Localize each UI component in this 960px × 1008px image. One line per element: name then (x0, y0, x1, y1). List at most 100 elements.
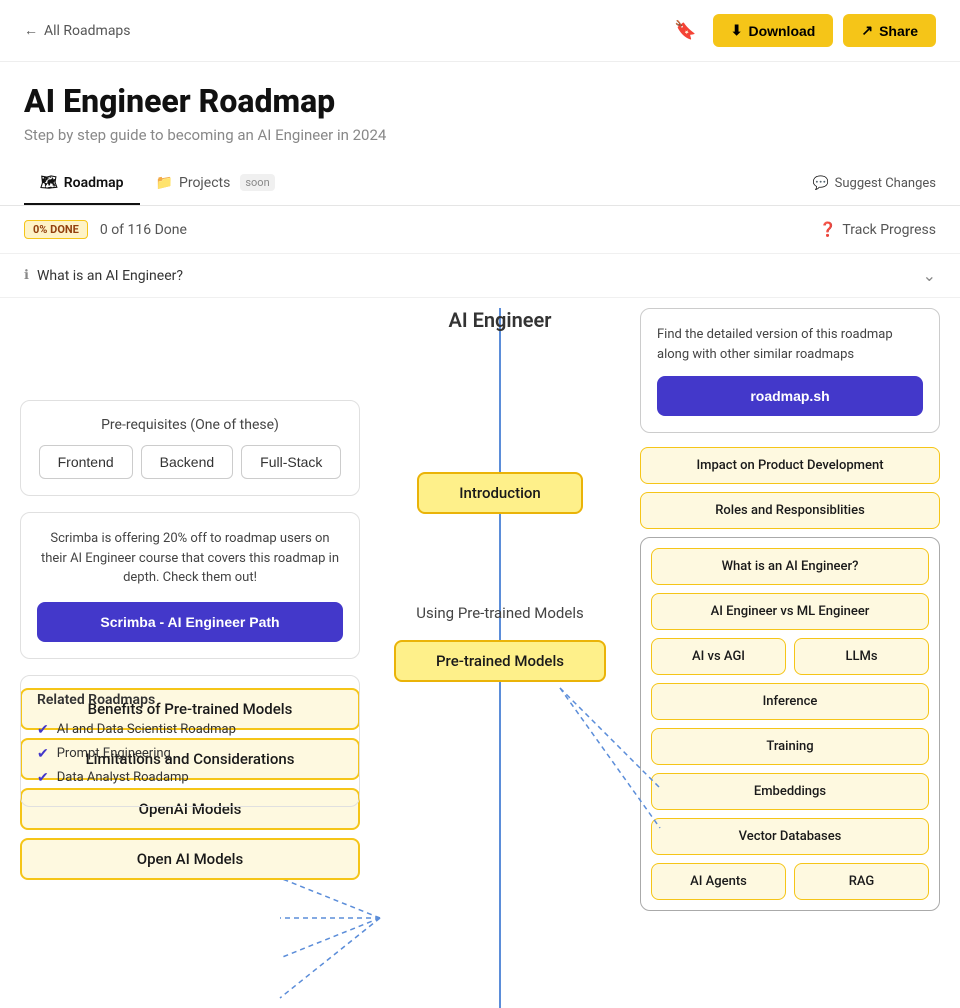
page-header: AI Engineer Roadmap Step by step guide t… (0, 62, 960, 144)
ai-vs-ml-label: AI Engineer vs ML Engineer (711, 604, 870, 619)
backend-button[interactable]: Backend (141, 445, 233, 479)
what-is-ai-engineer-node[interactable]: What is an AI Engineer? (651, 548, 929, 585)
share-icon: ↗ (861, 22, 873, 39)
related-item-0[interactable]: ✔ AI and Data Scientist Roadmap (37, 718, 343, 742)
bookmark-icon: 🔖 (674, 20, 696, 40)
suggest-changes-button[interactable]: 💬 Suggest Changes (812, 176, 936, 191)
ai-agents-label: AI Agents (690, 874, 747, 889)
check-icon-1: ✔ (37, 746, 49, 762)
prereq-title: Pre-requisites (One of these) (37, 417, 343, 433)
progress-section: 0% DONE 0 of 116 Done ❓ Track Progress (0, 206, 960, 253)
inference-label: Inference (763, 694, 818, 709)
backend-label: Backend (160, 454, 214, 470)
tab-roadmap[interactable]: 🗺 Roadmap (24, 163, 140, 205)
left-sidebar-cards: Pre-requisites (One of these) Frontend B… (20, 400, 360, 807)
track-progress-button[interactable]: ❓ Track Progress (819, 222, 936, 238)
related-label-0: AI and Data Scientist Roadmap (57, 722, 236, 737)
page-subtitle: Step by step guide to becoming an AI Eng… (24, 126, 936, 144)
roadmap-sh-card: Find the detailed version of this roadma… (640, 308, 940, 433)
diagram-center: AI Engineer Introduction Using Pre-train… (360, 308, 640, 1008)
roadmap-tab-label: Roadmap (64, 175, 124, 191)
prereq-buttons: Frontend Backend Full-Stack (37, 445, 343, 479)
scrimba-label: Scrimba - AI Engineer Path (100, 614, 279, 630)
faq-question: What is an AI Engineer? (37, 268, 183, 284)
track-progress-label: Track Progress (842, 222, 936, 238)
roles-label: Roles and Responsiblities (715, 503, 865, 518)
rag-label: RAG (849, 874, 875, 889)
main-title: AI Engineer (449, 308, 552, 332)
intro-label: Introduction (459, 484, 541, 502)
top-nav: ← All Roadmaps 🔖 ⬇ Download ↗ Share (0, 0, 960, 62)
ai-agents-rag-row: AI Agents RAG (651, 863, 929, 900)
done-badge: 0% DONE (24, 220, 88, 239)
check-icon-2: ✔ (37, 770, 49, 786)
tab-projects[interactable]: 📁 Projects soon (140, 162, 291, 205)
open-ai-models-node[interactable]: Open AI Models (20, 838, 360, 880)
ai-agents-node[interactable]: AI Agents (651, 863, 786, 900)
pretrained-section-label: Using Pre-trained Models (416, 604, 583, 622)
vector-databases-node[interactable]: Vector Databases (651, 818, 929, 855)
check-icon-0: ✔ (37, 722, 49, 738)
llms-node[interactable]: LLMs (794, 638, 929, 675)
llms-label: LLMs (845, 649, 877, 664)
roadmap-sh-button[interactable]: roadmap.sh (657, 376, 923, 416)
pretrained-node[interactable]: Pre-trained Models (394, 640, 606, 682)
done-count: 0 of 116 Done (100, 222, 187, 238)
prereq-card: Pre-requisites (One of these) Frontend B… (20, 400, 360, 496)
faq-row[interactable]: ℹ What is an AI Engineer? ⌄ (0, 253, 960, 298)
promo-card: Scrimba is offering 20% off to roadmap u… (20, 512, 360, 659)
download-label: Download (748, 23, 815, 39)
back-link[interactable]: ← All Roadmaps (24, 22, 131, 39)
right-section-box: What is an AI Engineer? AI Engineer vs M… (640, 537, 940, 911)
ai-vs-agi-node[interactable]: AI vs AGI (651, 638, 786, 675)
embeddings-label: Embeddings (754, 784, 826, 799)
frontend-label: Frontend (58, 454, 114, 470)
related-card: Related Roadmaps ✔ AI and Data Scientist… (20, 675, 360, 807)
chevron-down-icon: ⌄ (923, 266, 936, 285)
tabs: 🗺 Roadmap 📁 Projects soon 💬 Suggest Chan… (0, 162, 960, 206)
suggest-icon: 💬 (812, 176, 828, 191)
vector-databases-label: Vector Databases (739, 829, 842, 844)
inference-node[interactable]: Inference (651, 683, 929, 720)
roles-node[interactable]: Roles and Responsiblities (640, 492, 940, 529)
what-is-ai-engineer-label: What is an AI Engineer? (722, 559, 859, 574)
bookmark-button[interactable]: 🔖 (668, 14, 702, 47)
related-label-1: Prompt Engineering (57, 746, 171, 761)
download-button[interactable]: ⬇ Download (713, 14, 834, 47)
diagram-right: Find the detailed version of this roadma… (640, 308, 940, 1008)
roadmap-sh-label: roadmap.sh (750, 388, 829, 404)
pretrained-label: Pre-trained Models (436, 652, 564, 670)
share-label: Share (879, 23, 918, 39)
ai-vs-agi-label: AI vs AGI (692, 649, 745, 664)
training-node[interactable]: Training (651, 728, 929, 765)
suggest-label: Suggest Changes (835, 176, 936, 191)
intro-node[interactable]: Introduction (417, 472, 583, 514)
related-label-2: Data Analyst Roadamp (57, 770, 189, 785)
promo-text: Scrimba is offering 20% off to roadmap u… (37, 529, 343, 588)
projects-tab-label: Projects (179, 175, 230, 191)
projects-tab-badge: soon (240, 174, 274, 191)
back-label: All Roadmaps (44, 23, 131, 39)
training-label: Training (766, 739, 813, 754)
back-arrow-icon: ← (24, 22, 38, 39)
fullstack-label: Full-Stack (260, 454, 322, 470)
rag-node[interactable]: RAG (794, 863, 929, 900)
frontend-button[interactable]: Frontend (39, 445, 133, 479)
scrimba-button[interactable]: Scrimba - AI Engineer Path (37, 602, 343, 642)
related-item-1[interactable]: ✔ Prompt Engineering (37, 742, 343, 766)
pretrained-node-wrapper: Pre-trained Models (394, 640, 606, 682)
top-actions: 🔖 ⬇ Download ↗ Share (668, 14, 936, 47)
download-icon: ⬇ (731, 22, 743, 39)
progress-left: 0% DONE 0 of 116 Done (24, 220, 187, 239)
fullstack-button[interactable]: Full-Stack (241, 445, 341, 479)
related-item-2[interactable]: ✔ Data Analyst Roadamp (37, 766, 343, 790)
intro-node-wrapper: Introduction (417, 472, 583, 514)
related-title: Related Roadmaps (37, 692, 343, 708)
share-button[interactable]: ↗ Share (843, 14, 936, 47)
embeddings-node[interactable]: Embeddings (651, 773, 929, 810)
tabs-left: 🗺 Roadmap 📁 Projects soon (24, 162, 291, 205)
impact-node[interactable]: Impact on Product Development (640, 447, 940, 484)
ai-vs-ml-node[interactable]: AI Engineer vs ML Engineer (651, 593, 929, 630)
open-ai-models-label: Open AI Models (137, 850, 243, 868)
ai-agi-llms-row: AI vs AGI LLMs (651, 638, 929, 675)
